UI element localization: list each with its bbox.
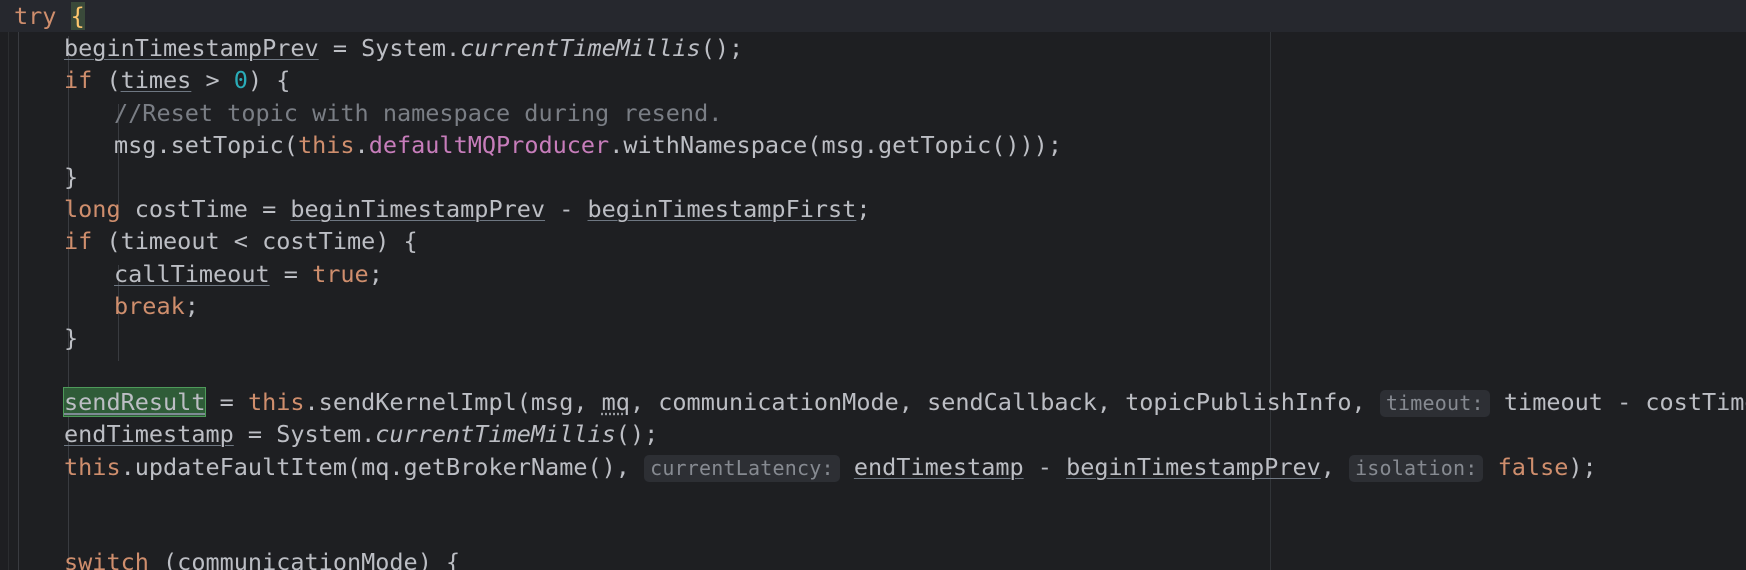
code-token: callTimeout (114, 259, 270, 288)
code-token: ; (856, 195, 871, 224)
code-token: ; (184, 291, 199, 320)
code-token: timeout - costTime) (1489, 388, 1746, 417)
code-token: . (354, 130, 369, 159)
line-cost-time[interactable]: long costTime = beginTimestampPrev - beg… (0, 193, 1746, 225)
code-token: times (120, 66, 192, 95)
line-close-brace-2[interactable]: } (0, 322, 1746, 354)
code-editor-screen: try {beginTimestampPrev = System.current… (0, 0, 1746, 570)
code-token: ; (368, 259, 383, 288)
code-token: ( (92, 66, 121, 95)
code-token: } (64, 323, 79, 352)
code-token: = (269, 259, 313, 288)
code-token: beginTimestampPrev (290, 195, 546, 224)
code-token: if (64, 227, 93, 256)
line-call-timeout[interactable]: callTimeout = true; (0, 258, 1746, 290)
code-token: try (14, 2, 57, 30)
code-token: } (64, 162, 79, 191)
code-token: false (1497, 452, 1569, 481)
line-send-result[interactable]: sendResult = this.sendKernelImpl(msg, mq… (0, 386, 1746, 418)
code-token: = (205, 388, 248, 417)
code-token: > (191, 66, 234, 95)
code-token[interactable]: isolation: (1349, 454, 1484, 482)
line-close-brace-1[interactable]: } (0, 161, 1746, 193)
code-token: //Reset topic with namespace during rese… (114, 98, 723, 127)
code-token: mq (601, 388, 630, 417)
code-token: = System. (318, 34, 461, 63)
line-if-timeout[interactable]: if (timeout < costTime) { (0, 225, 1746, 257)
line-if-times[interactable]: if (times > 0) { (0, 64, 1746, 96)
code-token: this (247, 388, 305, 417)
code-token: = System. (233, 420, 376, 449)
code-token: long (64, 195, 121, 224)
code-token: (timeout < costTime) { (92, 227, 418, 256)
code-token: msg.setTopic( (114, 130, 298, 159)
code-token: (); (700, 34, 744, 63)
code-token: { (70, 2, 85, 30)
code-token: beginTimestampFirst (587, 195, 857, 224)
code-token: true (312, 259, 369, 288)
code-token: costTime = (120, 195, 291, 224)
code-content-area[interactable]: try {beginTimestampPrev = System.current… (0, 0, 1746, 570)
line-update-fault-item[interactable]: this.updateFaultItem(mq.getBrokerName(),… (0, 451, 1746, 483)
code-token: (communicationMode) { (148, 547, 461, 570)
code-token: endTimestamp (853, 452, 1024, 481)
code-token: currentTimeMillis (460, 34, 701, 63)
code-token: - (545, 195, 588, 224)
code-token: .sendKernelImpl(msg, (304, 388, 602, 417)
code-token[interactable]: sendResult (62, 387, 207, 418)
code-token: endTimestamp (64, 420, 234, 449)
code-token: if (64, 66, 93, 95)
code-token: currentTimeMillis (375, 420, 616, 449)
code-token: ) { (247, 66, 291, 95)
clipped-bottom-line[interactable]: switch (communicationMode) { (0, 546, 1746, 570)
code-token: .withNamespace(msg.getTopic())); (609, 130, 1062, 159)
code-token: .updateFaultItem(mq.getBrokerName(), (120, 452, 645, 481)
code-token: this (64, 452, 121, 481)
code-token: ); (1568, 452, 1597, 481)
code-token: break (114, 291, 185, 320)
line-blank[interactable] (0, 354, 1746, 386)
code-token: 0 (233, 66, 248, 95)
code-token: beginTimestampPrev (1066, 452, 1321, 481)
code-token: , communicationMode, sendCallback, topic… (629, 388, 1380, 417)
line-begin-timestamp-prev[interactable]: beginTimestampPrev = System.currentTimeM… (0, 32, 1746, 64)
code-token: this (297, 130, 355, 159)
line-break[interactable]: break; (0, 290, 1746, 322)
code-token: defaultMQProducer (368, 130, 610, 159)
code-token[interactable]: currentLatency: (644, 454, 840, 482)
line-comment-reset-topic[interactable]: //Reset topic with namespace during rese… (0, 97, 1746, 129)
code-token: , (1320, 452, 1350, 481)
code-token: (); (615, 420, 659, 449)
code-token[interactable]: timeout: (1379, 390, 1490, 418)
code-token: switch (64, 547, 149, 570)
code-token: beginTimestampPrev (64, 34, 319, 63)
line-try[interactable]: try { (0, 0, 1746, 33)
line-end-timestamp[interactable]: endTimestamp = System.currentTimeMillis(… (0, 418, 1746, 450)
code-token: - (1023, 452, 1067, 481)
line-set-topic[interactable]: msg.setTopic(this.defaultMQProducer.with… (0, 129, 1746, 161)
